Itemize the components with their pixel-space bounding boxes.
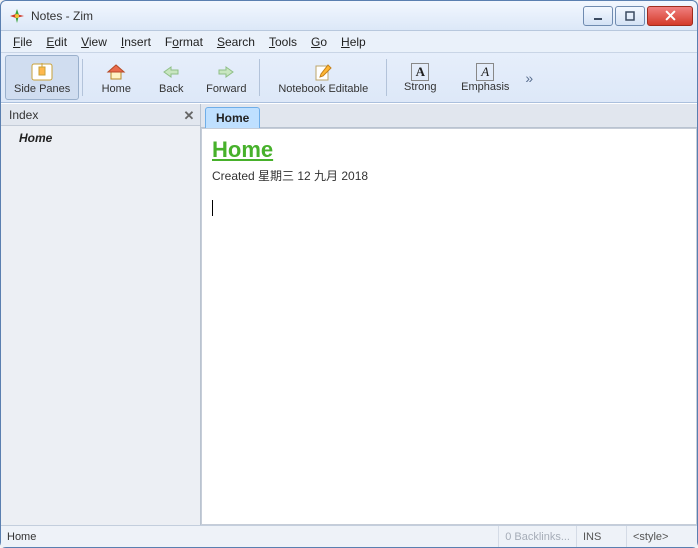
- statusbar: Home 0 Backlinks... INS <style>: [1, 525, 697, 547]
- forward-label: Forward: [206, 83, 246, 95]
- close-icon[interactable]: ✕: [182, 108, 196, 122]
- menu-help[interactable]: Help: [335, 33, 372, 51]
- emphasis-button[interactable]: A Emphasis: [450, 55, 520, 100]
- toolbar: Side Panes Home Back Forward: [1, 53, 697, 103]
- forward-icon: [215, 61, 237, 83]
- menubar: File Edit View Insert Format Search Tool…: [1, 31, 697, 53]
- tab-home[interactable]: Home: [205, 107, 260, 128]
- toolbar-separator: [259, 59, 260, 96]
- titlebar: Notes - Zim: [1, 1, 697, 31]
- side-pane: Index ✕ Home: [1, 104, 201, 525]
- edit-icon: [312, 61, 334, 83]
- notebook-editable-label: Notebook Editable: [278, 83, 368, 95]
- close-button[interactable]: [647, 6, 693, 26]
- home-label: Home: [102, 83, 131, 95]
- back-button[interactable]: Back: [146, 55, 196, 100]
- menu-insert[interactable]: Insert: [115, 33, 157, 51]
- side-panes-icon: [31, 61, 53, 83]
- side-panes-button[interactable]: Side Panes: [5, 55, 79, 100]
- side-pane-title: Index: [9, 108, 38, 122]
- back-label: Back: [159, 83, 183, 95]
- toolbar-separator: [386, 59, 387, 96]
- italic-icon: A: [476, 63, 494, 81]
- strong-button[interactable]: A Strong: [390, 55, 450, 100]
- status-backlinks[interactable]: 0 Backlinks...: [499, 526, 577, 547]
- side-panes-label: Side Panes: [14, 83, 70, 95]
- bold-icon: A: [411, 63, 429, 81]
- toolbar-overflow-icon[interactable]: »: [520, 55, 538, 100]
- index-tree[interactable]: Home: [1, 126, 200, 525]
- back-icon: [160, 61, 182, 83]
- forward-button[interactable]: Forward: [196, 55, 256, 100]
- editor-pane: Home Home Created 星期三 12 九月 2018: [201, 104, 697, 525]
- side-pane-header: Index ✕: [1, 104, 200, 126]
- menu-view[interactable]: View: [75, 33, 113, 51]
- window-title: Notes - Zim: [31, 9, 583, 23]
- home-button[interactable]: Home: [86, 55, 146, 100]
- menu-edit[interactable]: Edit: [40, 33, 73, 51]
- status-ins[interactable]: INS: [577, 526, 627, 547]
- toolbar-separator: [82, 59, 83, 96]
- emphasis-label: Emphasis: [461, 81, 509, 93]
- window-controls: [583, 6, 693, 26]
- status-style[interactable]: <style>: [627, 526, 697, 547]
- content-area: Index ✕ Home Home Home Created 星期三 12 九月…: [1, 103, 697, 525]
- notebook-editable-button[interactable]: Notebook Editable: [263, 55, 383, 100]
- text-cursor: [212, 200, 213, 216]
- menu-tools[interactable]: Tools: [263, 33, 303, 51]
- menu-go[interactable]: Go: [305, 33, 333, 51]
- menu-search[interactable]: Search: [211, 33, 261, 51]
- page-heading: Home: [212, 137, 686, 163]
- strong-label: Strong: [404, 81, 436, 93]
- tabstrip: Home: [201, 104, 697, 128]
- menu-format[interactable]: Format: [159, 33, 209, 51]
- minimize-button[interactable]: [583, 6, 613, 26]
- tree-item-home[interactable]: Home: [1, 128, 200, 148]
- maximize-button[interactable]: [615, 6, 645, 26]
- app-window: Notes - Zim File Edit View Insert Format…: [0, 0, 698, 548]
- editor[interactable]: Home Created 星期三 12 九月 2018: [201, 128, 697, 525]
- home-icon: [105, 61, 127, 83]
- app-icon: [9, 8, 25, 24]
- editor-body[interactable]: [212, 200, 686, 216]
- status-path: Home: [1, 526, 499, 547]
- menu-file[interactable]: File: [7, 33, 38, 51]
- page-created-line: Created 星期三 12 九月 2018: [212, 167, 686, 184]
